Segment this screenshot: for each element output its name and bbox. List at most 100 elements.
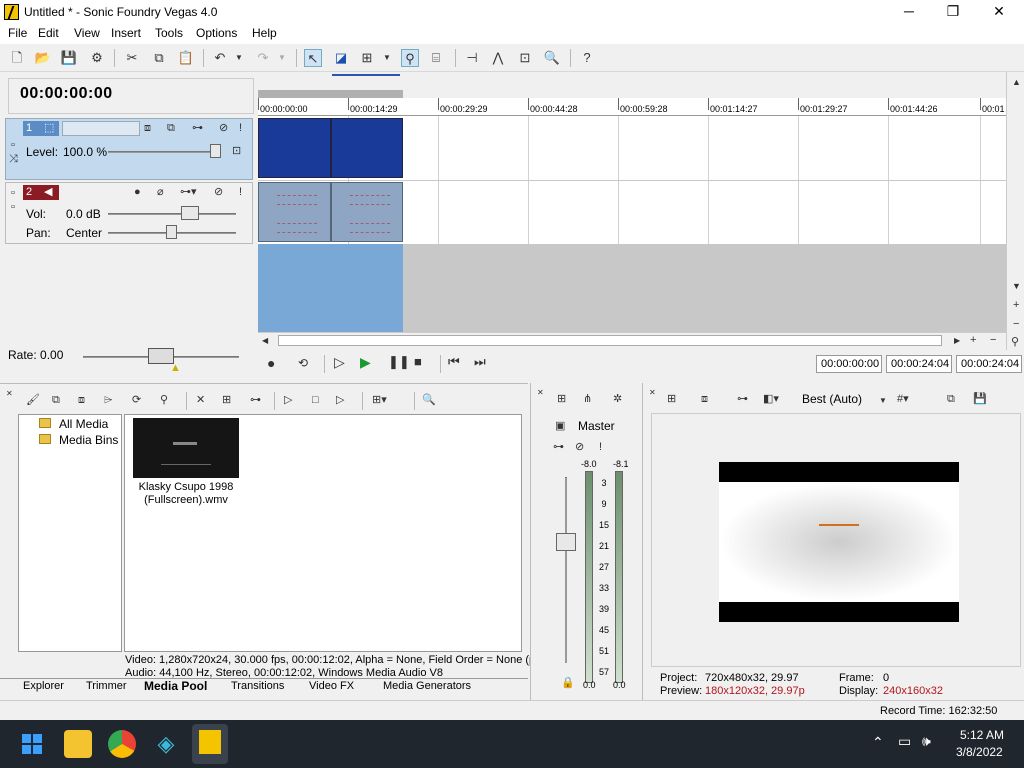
- close-button[interactable]: ✕: [976, 0, 1022, 24]
- menu-insert[interactable]: Insert: [111, 26, 141, 40]
- menu-options[interactable]: Options: [196, 26, 237, 40]
- record-icon[interactable]: ●: [267, 356, 275, 370]
- expand-icon[interactable]: ▫: [11, 201, 15, 213]
- selection-tool-icon[interactable]: ⊞: [358, 49, 376, 67]
- menu-edit[interactable]: Edit: [38, 26, 59, 40]
- expand-icon[interactable]: ⤨: [9, 153, 18, 165]
- copy-icon[interactable]: ⧉: [150, 49, 168, 67]
- auto-crossfade-icon[interactable]: ⌸: [427, 49, 445, 67]
- volume-icon[interactable]: 🕪: [922, 733, 931, 750]
- overlays-icon[interactable]: #▾: [897, 393, 909, 405]
- empty-track-area[interactable]: [403, 244, 1006, 332]
- tag-icon[interactable]: ⌲: [104, 394, 113, 406]
- copy-snapshot-icon[interactable]: ⧉: [947, 393, 955, 405]
- quality-dropdown-icon[interactable]: ▼: [879, 395, 887, 407]
- play-icon[interactable]: ▶: [360, 355, 371, 369]
- lock-icon[interactable]: 🔒: [561, 677, 575, 689]
- network-icon[interactable]: ▭: [898, 733, 911, 750]
- tab-explorer[interactable]: Explorer: [23, 680, 64, 692]
- minimize-button[interactable]: ─: [886, 0, 932, 24]
- zoom-in-icon[interactable]: +: [970, 334, 976, 346]
- tool-dropdown-icon[interactable]: ▼: [381, 49, 393, 67]
- mute-icon[interactable]: ⊘: [214, 186, 223, 198]
- zoom-tool-icon[interactable]: ⚲: [1011, 336, 1019, 348]
- master-fader-track[interactable]: [565, 477, 567, 663]
- video-clip-event[interactable]: [258, 118, 331, 178]
- solo-icon[interactable]: !: [239, 122, 242, 134]
- tool-icon[interactable]: 🖌: [26, 394, 40, 406]
- track-motion-icon[interactable]: ⧈: [144, 122, 151, 134]
- volume-slider[interactable]: [108, 213, 236, 215]
- video-level-slider[interactable]: [108, 151, 221, 153]
- timeline-ruler[interactable]: 00:00:00:00 00:00:14:29 00:00:29:29 00:0…: [258, 98, 1006, 116]
- search-icon[interactable]: 🔍: [422, 394, 436, 406]
- audio-clip-event[interactable]: [258, 182, 331, 242]
- timeline-vscrollbar[interactable]: ▲ ▼ + − ⚲: [1006, 72, 1024, 350]
- master-mute-icon[interactable]: ⊘: [575, 441, 584, 453]
- preview-fx-icon[interactable]: ⊶: [737, 393, 748, 405]
- snapping-icon[interactable]: ⊣: [463, 49, 481, 67]
- media-thumbnail[interactable]: [133, 418, 239, 478]
- paste-icon[interactable]: 📋: [177, 49, 195, 67]
- redo-icon[interactable]: ↷: [254, 49, 272, 67]
- video-clip-event[interactable]: [331, 118, 403, 178]
- timeline-hscrollbar[interactable]: ◀ ▶ + −: [258, 332, 1006, 348]
- dock-close-icon[interactable]: ✕: [537, 387, 544, 399]
- record-arm-icon[interactable]: ●: [134, 186, 141, 198]
- selection-end-field[interactable]: 00:00:24:04: [886, 355, 952, 373]
- menu-help[interactable]: Help: [252, 26, 277, 40]
- timeline-tracks[interactable]: [258, 116, 1006, 332]
- scroll-right-icon[interactable]: ▶: [954, 335, 960, 347]
- solo-icon[interactable]: !: [239, 186, 242, 198]
- effects-icon[interactable]: ⊶: [250, 394, 261, 406]
- open-media-icon[interactable]: ⧉: [52, 394, 60, 406]
- preview-quality-select[interactable]: Best (Auto): [802, 392, 862, 406]
- dock-close-icon[interactable]: ✕: [6, 388, 13, 400]
- scroll-left-icon[interactable]: ◀: [262, 335, 268, 347]
- undo-icon[interactable]: ↶: [211, 49, 229, 67]
- marker-bar[interactable]: [258, 72, 1006, 98]
- app-icon[interactable]: ◈: [152, 730, 180, 758]
- maximize-button[interactable]: ❐: [930, 0, 976, 24]
- envelope-icon[interactable]: ⊡: [232, 145, 241, 157]
- composite-mode-icon[interactable]: ⊶: [192, 122, 203, 134]
- master-fx-icon[interactable]: ⊶: [553, 441, 564, 453]
- lock-envelopes-icon[interactable]: ⋀: [489, 49, 507, 67]
- split-screen-icon[interactable]: ◧▾: [763, 393, 779, 405]
- zoom-out-icon[interactable]: −: [1013, 318, 1019, 330]
- go-to-end-icon[interactable]: ⏭: [474, 355, 486, 368]
- save-icon[interactable]: 💾: [60, 49, 78, 67]
- zoom-out-icon[interactable]: −: [990, 334, 996, 346]
- tree-all-media[interactable]: All Media: [59, 417, 108, 431]
- insert-fx-icon[interactable]: ✲: [613, 393, 622, 405]
- external-monitor-icon[interactable]: ⧈: [701, 393, 708, 405]
- show-hidden-icons[interactable]: ⌃: [872, 734, 884, 751]
- file-explorer-icon[interactable]: [64, 730, 92, 758]
- undo-dropdown-icon[interactable]: ▼: [233, 49, 245, 67]
- go-to-start-icon[interactable]: ⏮: [448, 355, 460, 368]
- cut-icon[interactable]: ✂: [123, 49, 141, 67]
- selection-length-field[interactable]: 00:00:24:04: [956, 355, 1022, 373]
- normal-edit-tool-icon[interactable]: ↖: [304, 49, 322, 67]
- master-fader[interactable]: [556, 533, 576, 551]
- preview-properties-icon[interactable]: ⊞: [667, 393, 676, 405]
- collapse-icon[interactable]: ▫: [11, 187, 15, 199]
- cursor-time-field[interactable]: 00:00:00:00: [816, 355, 882, 373]
- start-button[interactable]: [18, 730, 46, 758]
- clock-date[interactable]: 3/8/2022: [956, 745, 1003, 759]
- video-track-name-field[interactable]: [62, 121, 140, 136]
- scroll-up-icon[interactable]: ▲: [1012, 76, 1021, 88]
- mixer-properties-icon[interactable]: ⊞: [557, 393, 566, 405]
- tab-video-fx[interactable]: Video FX: [309, 680, 354, 692]
- media-filename[interactable]: Klasky Csupo 1998 (Fullscreen).wmv: [133, 481, 239, 507]
- help-icon[interactable]: ?: [578, 49, 596, 67]
- redo-dropdown-icon[interactable]: ▼: [276, 49, 288, 67]
- collapse-icon[interactable]: ▫: [11, 139, 15, 151]
- menu-view[interactable]: View: [74, 26, 100, 40]
- selection-region[interactable]: [258, 244, 403, 332]
- search-media-icon[interactable]: ⚲: [160, 394, 168, 406]
- pan-thumb[interactable]: [166, 225, 177, 239]
- insert-bus-icon[interactable]: ⋔: [583, 393, 592, 405]
- scroll-down-icon[interactable]: ▼: [1012, 280, 1021, 292]
- video-level-thumb[interactable]: [210, 144, 221, 158]
